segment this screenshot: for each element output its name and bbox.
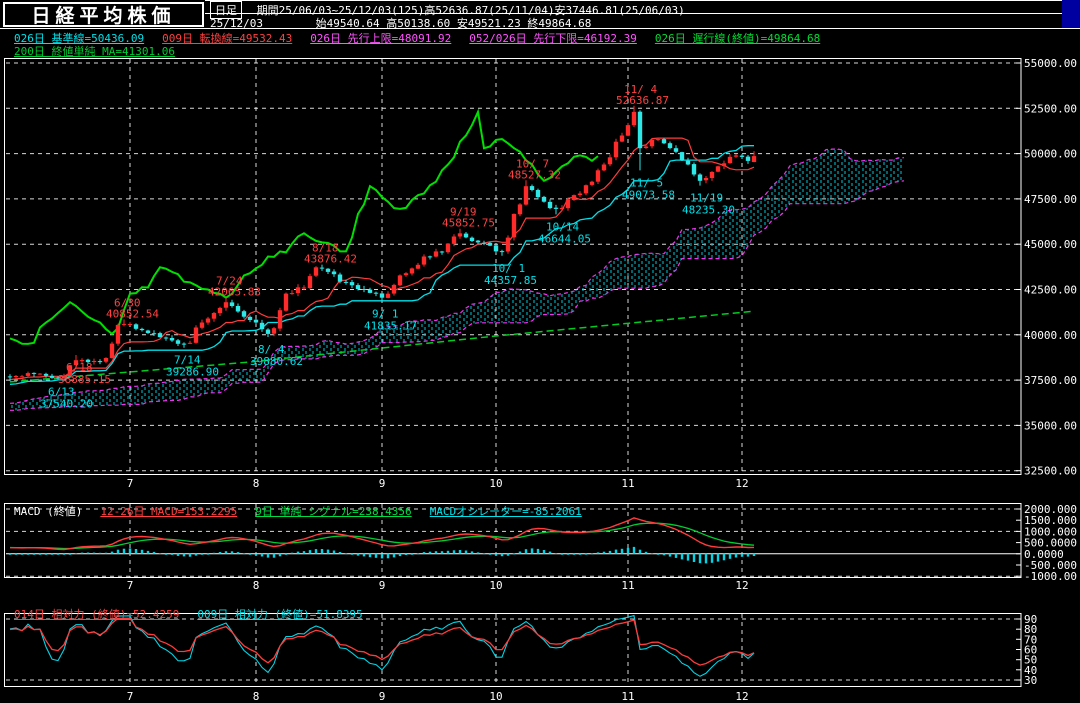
chart-annotation: 10/ 144357.85 [484,262,537,287]
svg-text:41835.17: 41835.17 [364,320,417,333]
main-legend-row2: 200日 終値単純 MA=41301.06 [14,43,193,59]
legend-senkou-a[interactable]: 026日 先行上限=48091.92 [310,32,451,45]
svg-text:52500.00: 52500.00 [1024,102,1077,115]
svg-text:7: 7 [127,477,134,490]
svg-text:12: 12 [735,579,748,592]
svg-text:48527.32: 48527.32 [508,168,561,181]
legend-senkou-b[interactable]: 052/026日 先行下限=46192.39 [469,32,637,45]
svg-text:11: 11 [621,579,634,592]
svg-text:7: 7 [127,690,134,703]
svg-text:47500.00: 47500.00 [1024,193,1077,206]
svg-text:9: 9 [379,477,386,490]
svg-text:12: 12 [735,477,748,490]
rsi-pane[interactable]: 908070605040307 8 9 10 11 12 [4,613,1038,703]
svg-text:40000.00: 40000.00 [1024,329,1077,342]
svg-text:10: 10 [489,690,502,703]
svg-text:42500.00: 42500.00 [1024,284,1077,297]
svg-text:39286.90: 39286.90 [166,366,219,379]
svg-text:30: 30 [1024,674,1037,687]
svg-text:40852.54: 40852.54 [106,307,159,320]
svg-text:44357.85: 44357.85 [484,274,537,287]
svg-text:11: 11 [621,690,634,703]
svg-text:10: 10 [489,579,502,592]
svg-text:7: 7 [127,579,134,592]
legend-macd-title: MACD (終値) [14,505,83,518]
rsi-legend: 014日 相対力 (終値)=52.4259 009日 相対力 (終値)=51.83… [14,606,381,622]
svg-text:37540.20: 37540.20 [40,397,93,410]
chart-annotation: 11/ 452636.87 [616,83,669,107]
chart-annotation: 9/1945852.75 [442,206,495,230]
chart-annotation: 11/ 549073.58 [622,176,675,201]
legend-macd-osc[interactable]: MACDオシレーター=-85.2061 [430,505,582,518]
svg-text:12: 12 [735,690,748,703]
header-divider-line [205,13,1062,14]
chart-annotation: 7/2442065.83 [208,274,261,298]
chart-canvas[interactable]: 55000.00 52500.00 50000.00 47500.00 45000.00… [0,0,1080,703]
svg-text:48235.30: 48235.30 [682,204,735,217]
legend-macd-signal[interactable]: 9日 単純 シグナル=238.4356 [255,505,411,518]
svg-text:46644.05: 46644.05 [538,232,591,245]
svg-text:52636.87: 52636.87 [616,94,669,107]
header-title-box: 日経平均株価 [3,2,204,27]
svg-text:45000.00: 45000.00 [1024,238,1077,251]
legend-rsi14[interactable]: 014日 相対力 (終値)=52.4259 [14,608,179,621]
chart-annotation: 6/3040852.54 [106,296,159,320]
svg-text:39880.62: 39880.62 [250,355,303,368]
legend-rsi9[interactable]: 009日 相対力 (終値)=51.8395 [197,608,362,621]
svg-text:-1000.00: -1000.00 [1024,570,1077,583]
svg-text:50000.00: 50000.00 [1024,148,1077,161]
chart-annotation: 6/1838885.15 [58,361,111,386]
svg-text:8: 8 [253,477,260,490]
corner-block [1062,0,1080,28]
chart-annotation: 7/1439286.90 [166,354,219,379]
svg-text:38885.15: 38885.15 [58,373,111,386]
chart-annotation: 10/1446644.05 [538,220,591,245]
page-title: 日経平均株価 [31,5,176,27]
svg-text:55000.00: 55000.00 [1024,57,1077,70]
main-pane[interactable]: 55000.00 52500.00 50000.00 47500.00 45000.00… [4,57,1077,490]
svg-text:32500.00: 32500.00 [1024,465,1077,478]
legend-ma200[interactable]: 200日 終値単純 MA=41301.06 [14,45,175,58]
chart-window: 55000.00 52500.00 50000.00 47500.00 45000.00… [0,0,1080,703]
svg-text:11: 11 [621,477,634,490]
macd-legend: MACD (終値) 12-26日 MACD=153.2295 9日 単純 シグナル=… [14,503,600,519]
legend-macd-line[interactable]: 12-26日 MACD=153.2295 [100,505,237,518]
svg-text:45852.75: 45852.75 [442,217,495,230]
svg-text:49073.58: 49073.58 [622,188,675,201]
svg-text:35000.00: 35000.00 [1024,419,1077,432]
svg-text:37500.00: 37500.00 [1024,374,1077,387]
header-bottom-line [0,28,1080,29]
svg-text:8: 8 [253,579,260,592]
chart-annotation: 11/1948235.30 [682,192,735,217]
svg-text:8: 8 [253,690,260,703]
svg-text:9: 9 [379,579,386,592]
chart-annotation: 10/ 748527.32 [508,157,561,181]
svg-text:10: 10 [489,477,502,490]
chart-annotation: 9/ 141835.17 [364,308,417,333]
chart-annotation: 6/1337540.20 [40,385,93,410]
legend-chikou[interactable]: 026日 遅行線(終値)=49864.68 [655,32,820,45]
svg-text:42065.83: 42065.83 [208,285,261,298]
svg-text:43876.42: 43876.42 [304,253,357,266]
svg-text:9: 9 [379,690,386,703]
